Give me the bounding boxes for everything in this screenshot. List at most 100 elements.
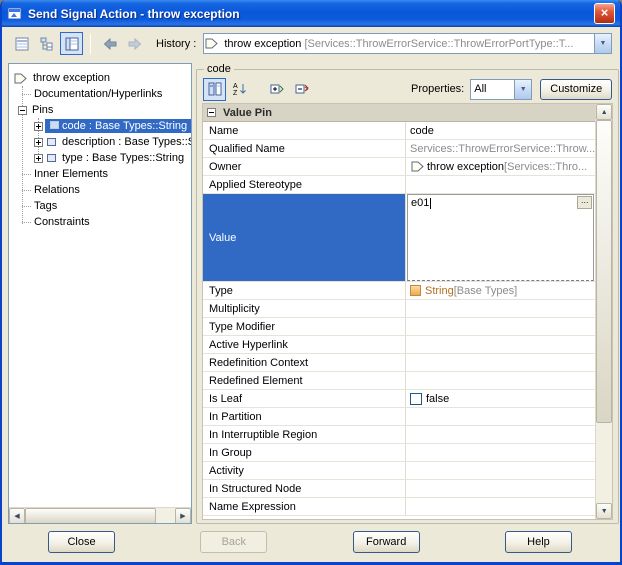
history-back-button[interactable] bbox=[98, 32, 121, 55]
send-signal-action-icon bbox=[411, 161, 424, 172]
send-signal-action-icon bbox=[205, 38, 218, 49]
property-value[interactable] bbox=[406, 354, 595, 371]
dialog-title: Send Signal Action - throw exception bbox=[28, 7, 589, 21]
tree-item-pin-type[interactable]: type : Base Types::String bbox=[9, 150, 191, 166]
tree-item-documentation[interactable]: Documentation/Hyperlinks bbox=[9, 86, 191, 102]
tree-horizontal-scrollbar[interactable]: ◀ ▶ bbox=[9, 507, 191, 523]
property-row-in-group: In Group bbox=[203, 444, 595, 462]
close-icon[interactable]: × bbox=[594, 3, 615, 24]
forward-button[interactable]: Forward bbox=[353, 531, 420, 553]
properties-filter-label: Properties: bbox=[411, 83, 464, 95]
pin-icon bbox=[50, 121, 59, 129]
categorized-view-button[interactable] bbox=[203, 78, 226, 101]
text-caret bbox=[430, 198, 431, 209]
close-button[interactable]: Close bbox=[48, 531, 115, 553]
property-row-type-modifier: Type Modifier bbox=[203, 318, 595, 336]
property-value[interactable]: Services::ThrowErrorService::Throw... bbox=[406, 140, 595, 157]
properties-toolbar: AZ Properties: All ▼ Customize bbox=[202, 77, 613, 103]
history-forward-button[interactable] bbox=[123, 32, 146, 55]
property-row-type: Type String [Base Types] bbox=[203, 282, 595, 300]
expand-icon[interactable] bbox=[34, 122, 43, 131]
view-mode-tree-button[interactable] bbox=[35, 32, 58, 55]
datatype-icon bbox=[410, 285, 421, 296]
tree-item-constraints[interactable]: Constraints bbox=[9, 214, 191, 230]
value-text-editor[interactable]: e01 ... bbox=[407, 194, 594, 281]
scroll-down-icon[interactable]: ▼ bbox=[596, 503, 612, 519]
property-row-value: Value e01 ... bbox=[203, 194, 595, 282]
expand-all-button[interactable] bbox=[265, 78, 288, 101]
specification-dialog: Send Signal Action - throw exception × H… bbox=[0, 0, 622, 565]
property-value[interactable] bbox=[406, 480, 595, 497]
property-value[interactable] bbox=[406, 498, 595, 515]
property-value[interactable] bbox=[406, 336, 595, 353]
scroll-right-icon[interactable]: ▶ bbox=[175, 508, 191, 524]
tree-item-pins[interactable]: Pins bbox=[9, 102, 191, 118]
property-value[interactable] bbox=[406, 372, 595, 389]
property-row-redefined-element: Redefined Element bbox=[203, 372, 595, 390]
element-tree: throw exception Documentation/Hyperlinks… bbox=[9, 64, 191, 507]
element-tree-panel: throw exception Documentation/Hyperlinks… bbox=[8, 63, 192, 524]
tree-item-tags[interactable]: Tags bbox=[9, 198, 191, 214]
sort-alphabetically-button[interactable]: AZ bbox=[228, 78, 251, 101]
back-button[interactable]: Back bbox=[200, 531, 267, 553]
dialog-footer: Close Back Forward Help bbox=[2, 526, 620, 562]
property-value[interactable]: code bbox=[406, 122, 595, 139]
property-row-in-partition: In Partition bbox=[203, 408, 595, 426]
table-vertical-scrollbar[interactable]: ▲ ▼ bbox=[595, 104, 612, 519]
customize-button[interactable]: Customize bbox=[540, 79, 612, 100]
titlebar[interactable]: Send Signal Action - throw exception × bbox=[2, 0, 620, 27]
scroll-left-icon[interactable]: ◀ bbox=[9, 508, 25, 524]
history-combo[interactable]: throw exception [Services::ThrowErrorSer… bbox=[203, 33, 612, 54]
tree-item-pin-description[interactable]: description : Base Types::String bbox=[9, 134, 191, 150]
dialog-icon bbox=[7, 7, 23, 21]
property-row-owner: Owner throw exception [Services::Thro... bbox=[203, 158, 595, 176]
property-value[interactable]: false bbox=[406, 390, 595, 407]
property-value[interactable] bbox=[406, 176, 595, 193]
property-value[interactable] bbox=[406, 300, 595, 317]
expand-icon[interactable] bbox=[34, 138, 43, 147]
checkbox-icon[interactable] bbox=[410, 393, 422, 405]
toolbar-separator bbox=[90, 34, 91, 54]
property-value[interactable]: throw exception [Services::Thro... bbox=[406, 158, 595, 175]
property-row-is-leaf: Is Leaf false bbox=[203, 390, 595, 408]
property-value[interactable] bbox=[406, 444, 595, 461]
collapse-icon[interactable] bbox=[207, 108, 216, 117]
tree-item-pin-code[interactable]: code : Base Types::String bbox=[9, 118, 191, 134]
property-row-name-expression: Name Expression bbox=[203, 498, 595, 516]
scroll-up-icon[interactable]: ▲ bbox=[596, 104, 612, 120]
collapse-all-button[interactable] bbox=[290, 78, 313, 101]
property-value[interactable] bbox=[406, 318, 595, 335]
scrollbar-thumb[interactable] bbox=[25, 508, 156, 524]
property-value[interactable] bbox=[406, 408, 595, 425]
section-header-value-pin[interactable]: Value Pin bbox=[203, 104, 595, 122]
property-row-multiplicity: Multiplicity bbox=[203, 300, 595, 318]
pin-icon bbox=[47, 154, 56, 162]
property-row-in-structured-node: In Structured Node bbox=[203, 480, 595, 498]
tree-item-throw-exception[interactable]: throw exception bbox=[9, 70, 191, 86]
properties-filter-combo[interactable]: All ▼ bbox=[470, 79, 532, 100]
chevron-down-icon[interactable]: ▼ bbox=[594, 34, 611, 53]
expand-icon[interactable] bbox=[34, 154, 43, 163]
svg-text:A: A bbox=[233, 83, 238, 90]
property-row-active-hyperlink: Active Hyperlink bbox=[203, 336, 595, 354]
property-row-qualified-name: Qualified Name Services::ThrowErrorServi… bbox=[203, 140, 595, 158]
main-area: throw exception Documentation/Hyperlinks… bbox=[2, 60, 620, 526]
tree-item-inner-elements[interactable]: Inner Elements bbox=[9, 166, 191, 182]
scrollbar-thumb[interactable] bbox=[596, 120, 612, 423]
property-value[interactable]: String [Base Types] bbox=[406, 282, 595, 299]
open-editor-button[interactable]: ... bbox=[577, 196, 592, 209]
view-mode-list-button[interactable] bbox=[10, 32, 33, 55]
view-mode-columns-button[interactable] bbox=[60, 32, 83, 55]
collapse-icon[interactable] bbox=[18, 106, 27, 115]
property-value[interactable] bbox=[406, 426, 595, 443]
value-editor-cell: e01 ... bbox=[406, 194, 595, 281]
tree-item-relations[interactable]: Relations bbox=[9, 182, 191, 198]
chevron-down-icon[interactable]: ▼ bbox=[514, 80, 531, 99]
help-button[interactable]: Help bbox=[505, 531, 572, 553]
history-value: throw exception [Services::ThrowErrorSer… bbox=[221, 38, 594, 50]
property-row-applied-stereotype: Applied Stereotype bbox=[203, 176, 595, 194]
svg-text:Z: Z bbox=[233, 90, 238, 96]
property-row-in-interruptible-region: In Interruptible Region bbox=[203, 426, 595, 444]
property-value[interactable] bbox=[406, 462, 595, 479]
property-row-name: Name code bbox=[203, 122, 595, 140]
